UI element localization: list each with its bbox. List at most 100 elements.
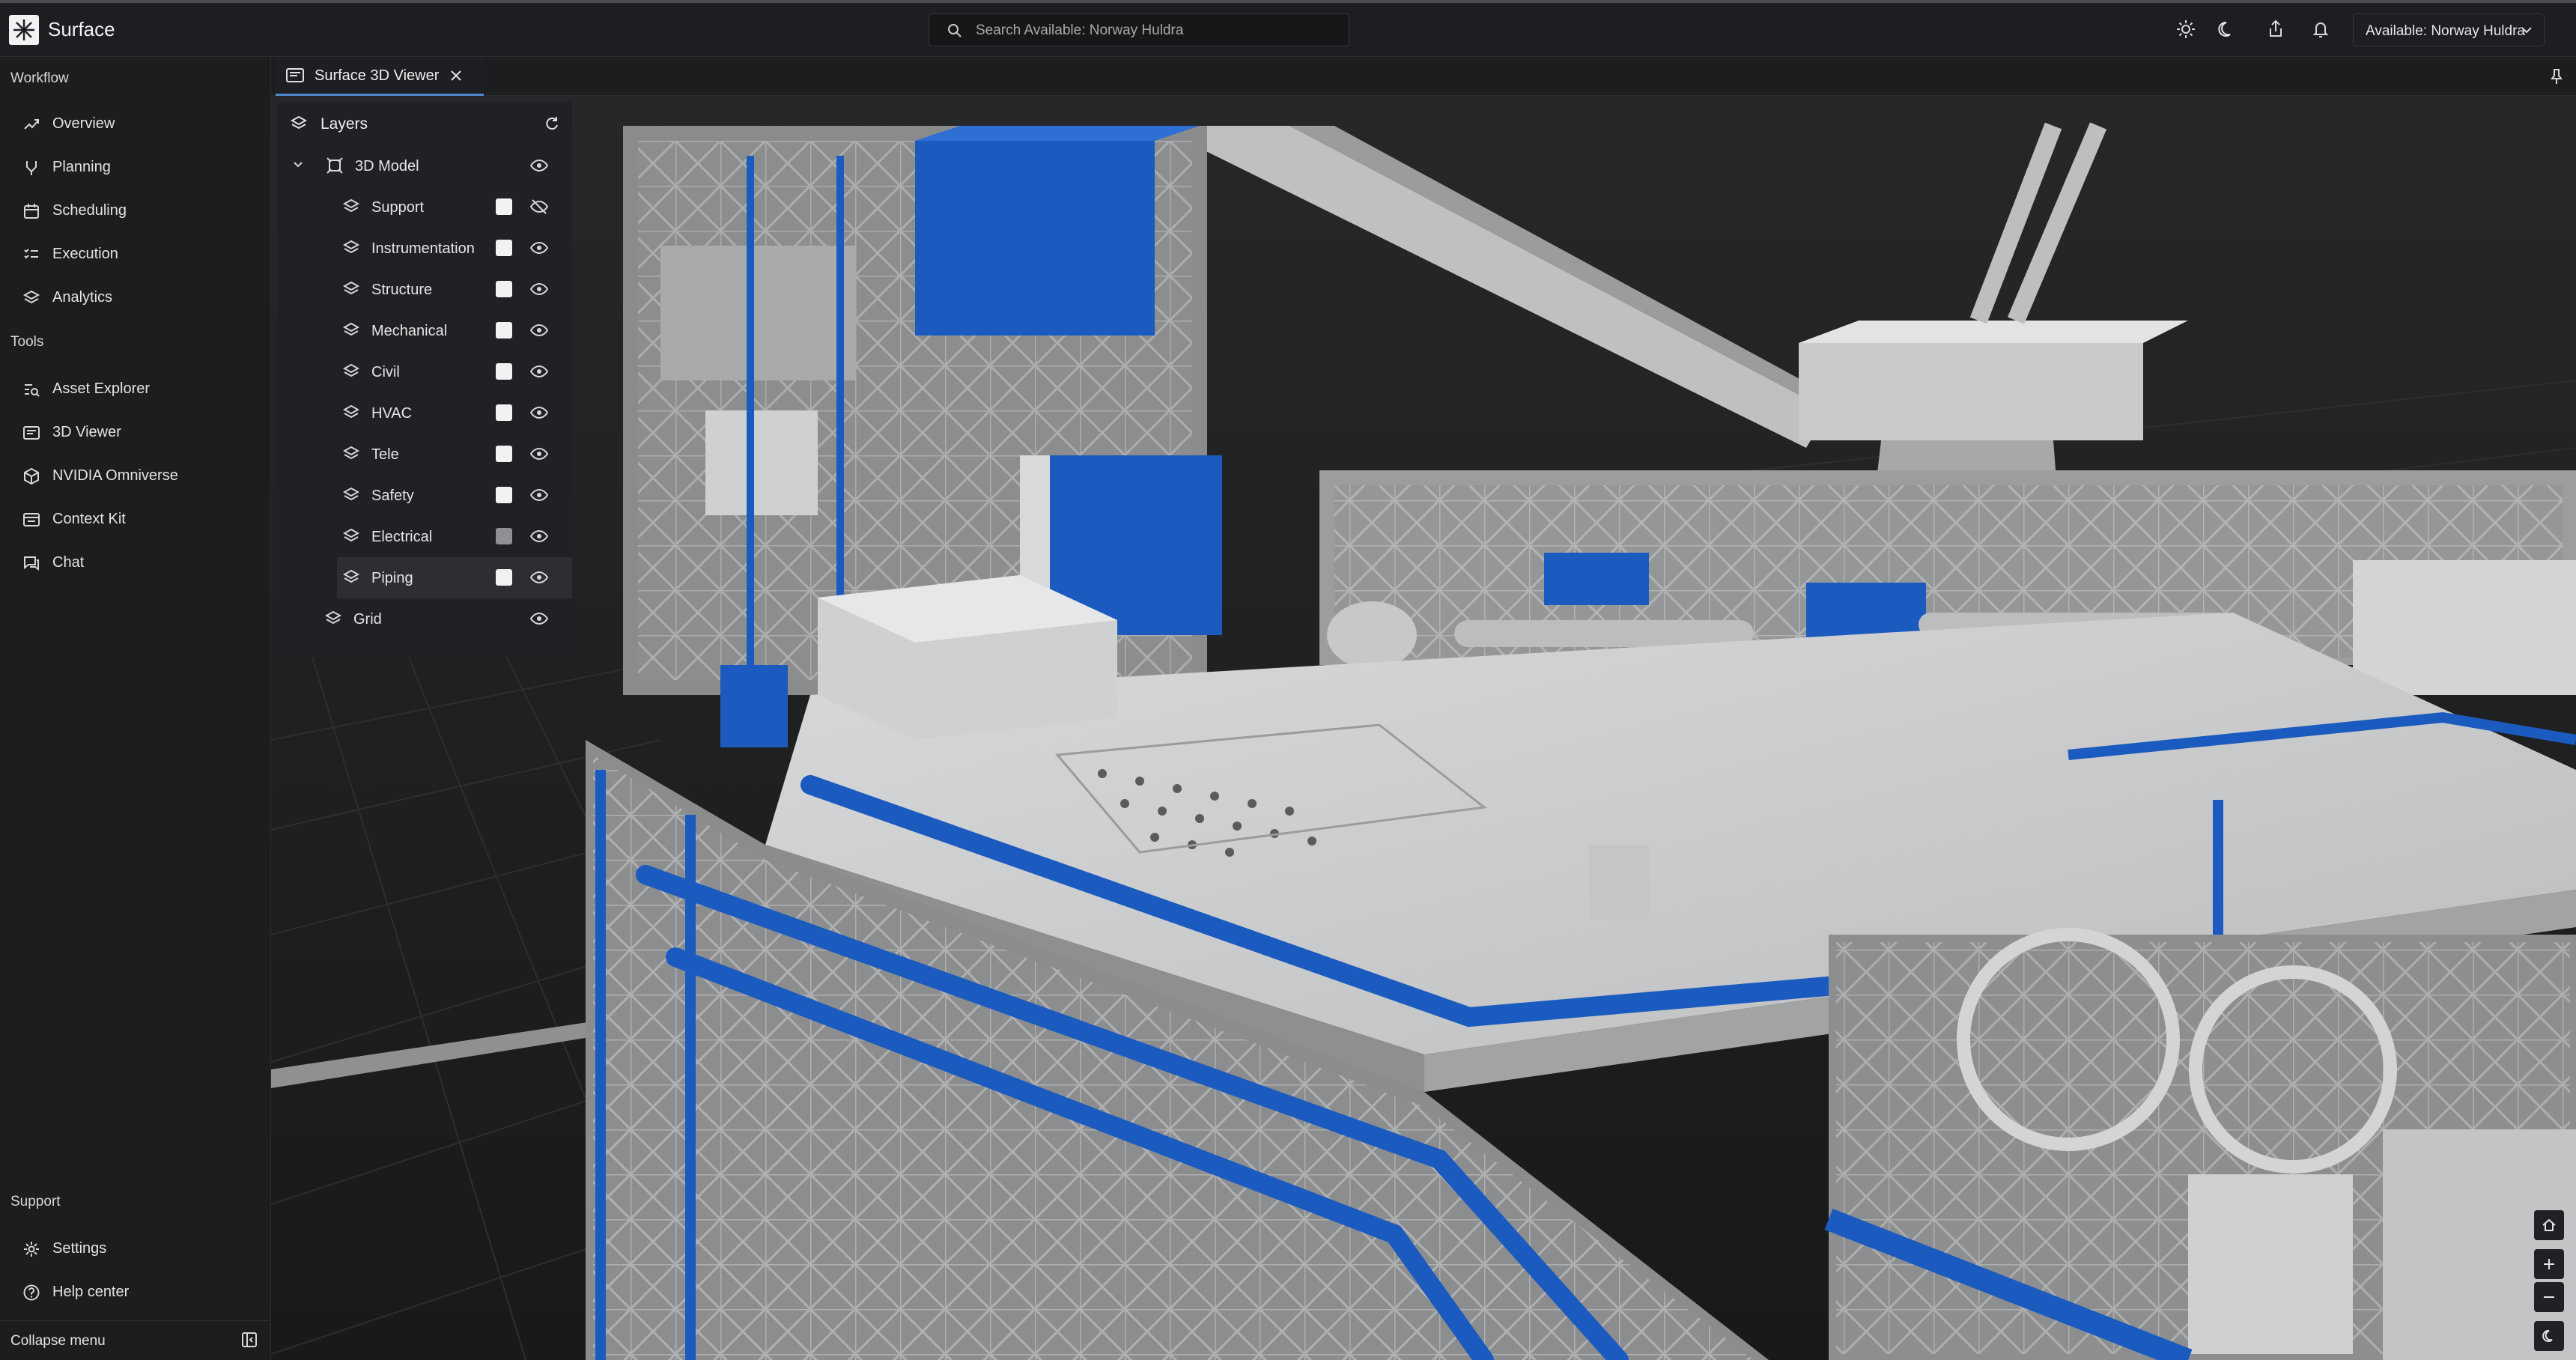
eye-icon[interactable] bbox=[530, 281, 548, 297]
sun-icon[interactable] bbox=[2175, 18, 2197, 40]
chevron-down-icon bbox=[2521, 27, 2532, 34]
layer-checkbox[interactable] bbox=[496, 240, 512, 256]
layer-row-electrical[interactable]: Electrical bbox=[277, 516, 572, 557]
sidebar-item-context-kit[interactable]: Context Kit bbox=[0, 500, 270, 538]
layer-label: Tele bbox=[371, 446, 399, 463]
eye-icon[interactable] bbox=[530, 157, 548, 174]
layer-row-3d-model[interactable]: 3D Model bbox=[277, 145, 572, 186]
layer-icon bbox=[343, 487, 359, 501]
sidebar-item-execution[interactable]: Execution bbox=[0, 235, 270, 273]
eye-icon[interactable] bbox=[530, 446, 548, 462]
tab-surface-3d-viewer[interactable]: Surface 3D Viewer bbox=[276, 57, 484, 96]
layer-checkbox[interactable] bbox=[496, 528, 512, 544]
layer-row-grid[interactable]: Grid bbox=[277, 598, 572, 640]
eye-icon[interactable] bbox=[530, 363, 548, 380]
workflow-heading: Workflow bbox=[10, 70, 69, 86]
layers-panel-title: Layers bbox=[321, 115, 368, 133]
sidebar-item-asset-explorer[interactable]: Asset Explorer bbox=[0, 370, 270, 407]
layer-checkbox[interactable] bbox=[496, 198, 512, 215]
layer-checkbox[interactable] bbox=[496, 487, 512, 503]
search-bar[interactable] bbox=[929, 13, 1349, 47]
eye-off-icon[interactable] bbox=[530, 198, 548, 215]
eye-icon[interactable] bbox=[530, 322, 548, 339]
eye-icon[interactable] bbox=[530, 404, 548, 421]
minus-icon bbox=[2544, 1296, 2554, 1298]
eye-icon[interactable] bbox=[530, 487, 548, 503]
3d-viewport[interactable]: Layers 3D Model Support Instrumentation bbox=[271, 96, 2576, 1360]
layers-icon bbox=[22, 290, 40, 304]
zoom-out-button[interactable] bbox=[2534, 1282, 2564, 1312]
eye-icon[interactable] bbox=[530, 528, 548, 544]
layer-icon bbox=[343, 528, 359, 542]
layer-row-support[interactable]: Support bbox=[277, 186, 572, 228]
moon-icon[interactable] bbox=[2215, 18, 2238, 40]
layer-label: HVAC bbox=[371, 405, 413, 422]
layer-row-instrumentation[interactable]: Instrumentation bbox=[277, 228, 572, 269]
help-icon bbox=[23, 1284, 40, 1301]
layer-checkbox[interactable] bbox=[496, 363, 512, 380]
layers-panel: Layers 3D Model Support Instrumentation bbox=[277, 102, 572, 658]
layer-checkbox[interactable] bbox=[496, 404, 512, 421]
layer-checkbox[interactable] bbox=[496, 446, 512, 462]
bell-icon[interactable] bbox=[2309, 18, 2332, 40]
gear-icon bbox=[24, 1242, 39, 1257]
sidebar-item-label: NVIDIA Omniverse bbox=[52, 467, 178, 484]
eye-icon[interactable] bbox=[530, 240, 548, 256]
main-area: Surface 3D Viewer Layers 3D Model Suppor… bbox=[271, 57, 2576, 1360]
refresh-icon[interactable] bbox=[544, 115, 560, 132]
layer-row-piping[interactable]: Piping bbox=[337, 557, 572, 598]
layer-row-structure[interactable]: Structure bbox=[277, 269, 572, 310]
layer-icon bbox=[343, 281, 359, 295]
sidebar-item-analytics[interactable]: Analytics bbox=[0, 279, 270, 316]
layer-checkbox[interactable] bbox=[496, 281, 512, 297]
sidebar-item-help-center[interactable]: Help center bbox=[0, 1273, 270, 1311]
close-icon[interactable] bbox=[448, 67, 464, 84]
layer-label: Piping bbox=[371, 570, 413, 586]
viewport-theme-button[interactable] bbox=[2534, 1321, 2564, 1351]
share-icon[interactable] bbox=[2264, 18, 2287, 40]
layer-row-mechanical[interactable]: Mechanical bbox=[277, 310, 572, 351]
eye-icon[interactable] bbox=[530, 569, 548, 586]
asset-selector-dropdown[interactable]: Available: Norway Huldra bbox=[2353, 13, 2545, 46]
plus-icon bbox=[2544, 1259, 2554, 1269]
home-view-button[interactable] bbox=[2534, 1210, 2564, 1240]
surface-logo-icon[interactable] bbox=[9, 15, 39, 45]
sidebar-item-label: Execution bbox=[52, 246, 118, 262]
layer-checkbox[interactable] bbox=[496, 569, 512, 586]
window-icon bbox=[23, 513, 40, 526]
layer-icon bbox=[343, 322, 359, 336]
sidebar-item-label: Help center bbox=[52, 1284, 130, 1300]
search-input[interactable] bbox=[974, 14, 1337, 47]
layer-icon bbox=[343, 363, 359, 377]
layer-icon bbox=[343, 569, 359, 583]
collapse-menu-label: Collapse menu bbox=[10, 1333, 106, 1349]
sidebar-item-chat[interactable]: Chat bbox=[0, 544, 270, 581]
sidebar-item-label: Chat bbox=[52, 554, 85, 571]
moon-icon bbox=[2542, 1329, 2553, 1342]
sidebar-item-3d-viewer[interactable]: 3D Viewer bbox=[0, 413, 270, 451]
app-header: Surface Available: Norway Huldra bbox=[0, 3, 2576, 57]
sidebar-item-label: Scheduling bbox=[52, 202, 127, 219]
layer-row-safety[interactable]: Safety bbox=[277, 475, 572, 516]
app-name: Surface bbox=[48, 18, 115, 40]
sidebar-item-planning[interactable]: Planning bbox=[0, 148, 270, 186]
layer-checkbox[interactable] bbox=[496, 322, 512, 339]
layer-row-tele[interactable]: Tele bbox=[277, 434, 572, 475]
list-search-icon bbox=[25, 384, 40, 397]
layer-row-civil[interactable]: Civil bbox=[277, 351, 572, 392]
zoom-in-button[interactable] bbox=[2534, 1249, 2564, 1279]
eye-icon[interactable] bbox=[530, 610, 548, 627]
sidebar: Workflow Overview Planning Scheduling Ex… bbox=[0, 57, 271, 1360]
sidebar-item-scheduling[interactable]: Scheduling bbox=[0, 192, 270, 229]
asset-selector-label: Available: Norway Huldra bbox=[2366, 23, 2525, 39]
chevron-down-icon[interactable] bbox=[292, 159, 304, 171]
model-icon bbox=[326, 157, 343, 174]
sidebar-item-overview[interactable]: Overview bbox=[0, 105, 270, 142]
layer-label: Electrical bbox=[371, 529, 433, 545]
sidebar-item-settings[interactable]: Settings bbox=[0, 1230, 270, 1267]
collapse-menu-button[interactable]: Collapse menu bbox=[0, 1320, 270, 1360]
offshore-platform-3d-model[interactable] bbox=[271, 96, 2576, 1360]
layer-row-hvac[interactable]: HVAC bbox=[277, 392, 572, 434]
sidebar-item-nvidia-omniverse[interactable]: NVIDIA Omniverse bbox=[0, 457, 270, 494]
pin-icon[interactable] bbox=[2549, 67, 2564, 85]
